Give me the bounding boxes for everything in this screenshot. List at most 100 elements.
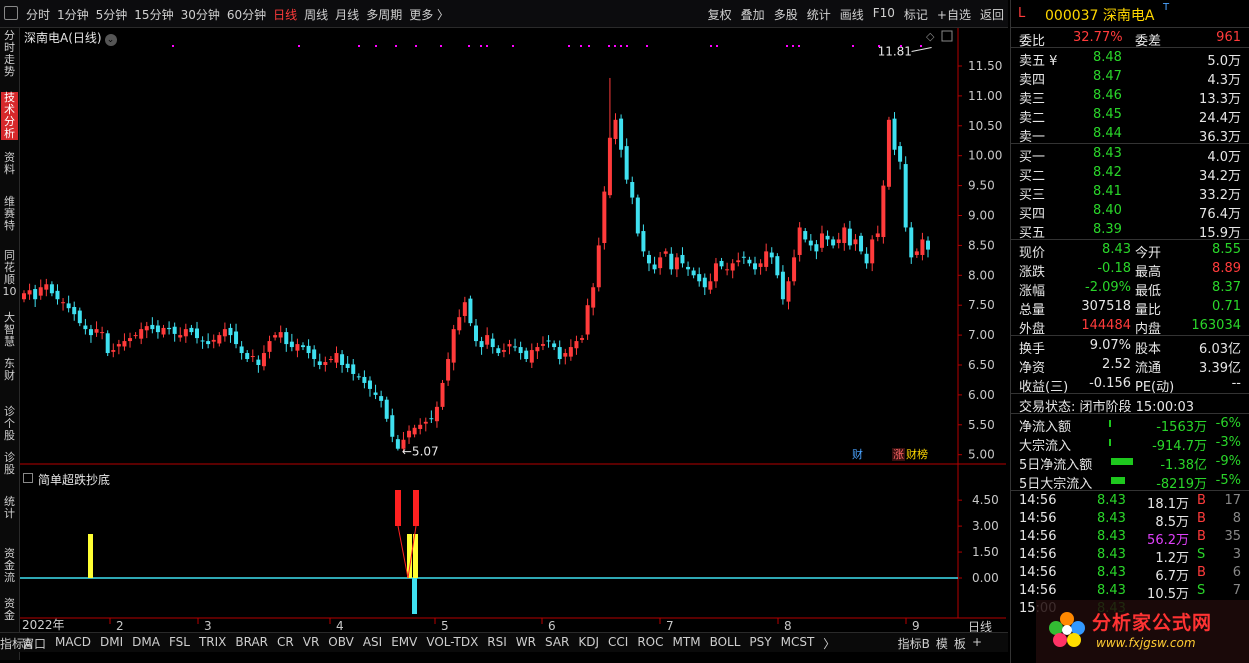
tool-button[interactable]: +自选	[937, 6, 971, 23]
window-menu-icon[interactable]	[4, 6, 18, 20]
period-tab[interactable]: 月线	[335, 6, 359, 23]
period-tab[interactable]: 1分钟	[57, 6, 89, 23]
left-tab[interactable]: 资金流	[1, 548, 18, 584]
indicator-tab[interactable]: VOL-TDX	[426, 635, 478, 652]
indicator-tab[interactable]: 窗口	[22, 635, 46, 652]
indicator-tab[interactable]: KDJ	[578, 635, 599, 652]
book-row[interactable]: 卖五 ¥8.48 5.0万	[1011, 48, 1249, 69]
stat-row: 收益(三) -0.156 PE(动) --	[1011, 374, 1249, 395]
period-tab[interactable]: 30分钟	[181, 6, 220, 23]
left-tab[interactable]: 技术分析	[1, 92, 18, 140]
period-tab[interactable]: 周线	[304, 6, 328, 23]
period-tab[interactable]: 15分钟	[134, 6, 173, 23]
tool-button[interactable]: 标记	[904, 6, 928, 23]
tick-row: 14:56 8.43 56.2万 B 35	[1011, 527, 1249, 548]
candle-body	[356, 376, 361, 378]
indicator-tab[interactable]: ROC	[637, 635, 663, 652]
period-tab[interactable]: 5分钟	[96, 6, 128, 23]
candle-body	[334, 353, 339, 363]
chevron-down-icon[interactable]: ⌄	[104, 34, 117, 46]
book-row[interactable]: 买三 8.41 33.2万	[1011, 182, 1249, 203]
period-tab[interactable]: 日线	[273, 6, 297, 23]
flow-row: 大宗流入 -914.7万 -3%	[1011, 433, 1249, 454]
market-flag: L	[1018, 6, 1026, 21]
indicator-tab[interactable]: DMA	[132, 635, 160, 652]
left-tab[interactable]: 东财	[1, 358, 18, 382]
indicator-tab[interactable]: OBV	[328, 635, 354, 652]
candle-body	[563, 353, 568, 357]
period-tab[interactable]: 60分钟	[227, 6, 266, 23]
book-row[interactable]: 卖二 8.45 24.4万	[1011, 105, 1249, 126]
candle-body	[697, 274, 702, 282]
tool-button[interactable]: 叠加	[741, 6, 765, 23]
indicator-tab-right-item[interactable]: 模	[936, 635, 948, 652]
left-tab[interactable]: 分时走势	[1, 30, 18, 78]
left-tab[interactable]: 资金	[1, 598, 18, 622]
weicha-label: 委差	[1135, 34, 1162, 49]
book-row[interactable]: 买四 8.40 76.4万	[1011, 201, 1249, 222]
indicator-tab-right-item[interactable]: +	[972, 635, 982, 652]
kline-chart[interactable]: 11.50 11.00 10.50 10.00 9.50 9.00 8.50 8.00 7.50…	[20, 28, 1006, 632]
indicator-tab[interactable]: BOLL	[710, 635, 741, 652]
left-tab[interactable]: 统计	[1, 496, 18, 520]
indicator-tab[interactable]: VR	[303, 635, 320, 652]
event-tag-zhang[interactable]: 涨	[893, 448, 904, 461]
indicator-tab[interactable]: RSI	[487, 635, 507, 652]
book-row[interactable]: 买五 8.39 15.9万	[1011, 220, 1249, 241]
candle-body	[373, 392, 378, 395]
indicator-tab[interactable]: TRIX	[199, 635, 226, 652]
indicator-tab[interactable]: MACD	[55, 635, 91, 652]
capital-flows: 净流入额 -1563万 -6% 大宗流入 -914.7万 -3% 5日净流入额 -1.38亿 -…	[1011, 414, 1249, 492]
indicator-tab[interactable]: EMV	[391, 635, 417, 652]
indicator-tab[interactable]: 〉	[823, 635, 835, 652]
book-row[interactable]: 买一 8.43 4.0万	[1011, 144, 1249, 165]
period-tab[interactable]: 更多 〉	[409, 6, 449, 23]
tool-button[interactable]: F10	[873, 6, 895, 23]
indicator-tab[interactable]: WR	[516, 635, 536, 652]
event-tag-cai[interactable]: 财	[852, 447, 863, 461]
event-tag-caibang[interactable]: 财榜	[906, 447, 928, 461]
indicator-tab[interactable]: DMI	[100, 635, 123, 652]
tick-time: 14:56	[1019, 493, 1057, 508]
tool-button[interactable]: 统计	[807, 6, 831, 23]
tool-button[interactable]: 多股	[774, 6, 798, 23]
tick-list[interactable]: 14:56 8.43 18.1万 B 17 14:56 8.43 8.5万 B 8 14:56 8.4…	[1011, 491, 1249, 617]
indicator-tab[interactable]: SAR	[545, 635, 569, 652]
indicator-tab[interactable]: ASI	[363, 635, 382, 652]
indicator-tab[interactable]: MTM	[673, 635, 701, 652]
left-tab[interactable]: 诊股	[1, 452, 18, 476]
left-tab[interactable]: 维赛特	[1, 196, 18, 232]
book-row[interactable]: 卖四 8.47 4.3万	[1011, 67, 1249, 88]
candle-body	[842, 227, 847, 244]
book-row[interactable]: 卖一 8.44 36.3万	[1011, 124, 1249, 145]
stat-row: 总量 307518 量比 0.71	[1011, 297, 1249, 318]
left-tab[interactable]: 同花顺10	[1, 250, 18, 298]
period-tab[interactable]: 分时	[26, 6, 50, 23]
indicator-tab[interactable]: BRAR	[235, 635, 268, 652]
diamond-icon[interactable]: ◇	[926, 30, 935, 43]
left-tab[interactable]: 大智慧	[1, 312, 18, 348]
indicator-tab[interactable]: CR	[277, 635, 294, 652]
stock-code-name[interactable]: 000037 深南电A	[1045, 5, 1154, 25]
indicator-toggle-icon[interactable]	[23, 473, 33, 483]
tool-button[interactable]: 复权	[708, 6, 732, 23]
maximize-icon[interactable]	[941, 30, 953, 42]
indicator-tab-right-item[interactable]: 板	[954, 635, 966, 652]
book-row[interactable]: 买二 8.42 34.2万	[1011, 163, 1249, 184]
period-tab[interactable]: 多周期	[366, 6, 402, 23]
tool-button[interactable]: 画线	[840, 6, 864, 23]
indicator-tab[interactable]: FSL	[169, 635, 190, 652]
tool-button[interactable]: 返回	[980, 6, 1004, 23]
indicator-tick-label: 0.00	[972, 571, 999, 585]
signal-dot	[878, 45, 880, 47]
candle-body	[635, 197, 640, 234]
left-tab[interactable]: 诊个股	[1, 406, 18, 442]
indicator-tab-right-item[interactable]: 指标B	[898, 635, 930, 652]
left-tab[interactable]: 资料	[1, 152, 18, 176]
book-row[interactable]: 卖三 8.46 13.3万	[1011, 86, 1249, 107]
indicator-tab[interactable]: CCI	[608, 635, 628, 652]
indicator-tab[interactable]: PSY	[749, 635, 771, 652]
indicator-tab[interactable]: MCST	[781, 635, 815, 652]
candle-body	[144, 326, 149, 331]
kline-chart-area[interactable]: 11.50 11.00 10.50 10.00 9.50 9.00 8.50 8.00 7.50…	[20, 28, 1006, 632]
